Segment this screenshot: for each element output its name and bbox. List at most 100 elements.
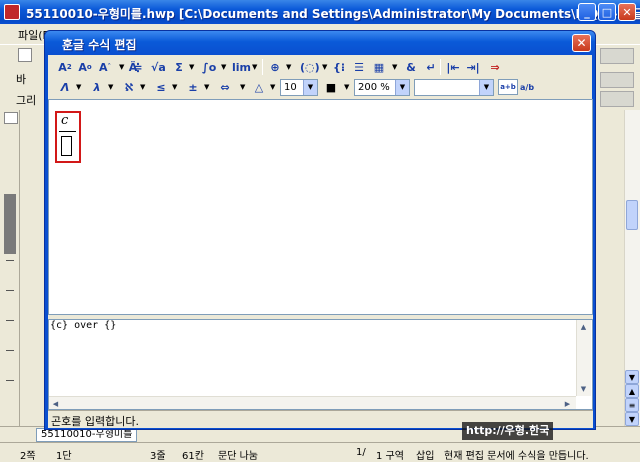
arrow-symbols-icon[interactable]: ⇔: [218, 79, 232, 95]
matrix-icon[interactable]: ▦: [372, 59, 386, 75]
fraction-icon[interactable]: ≑: [131, 59, 145, 75]
toolbar-right-tool[interactable]: [600, 72, 634, 88]
font-name-select[interactable]: ▼: [414, 79, 494, 96]
zoom-select[interactable]: 200 % ▼: [354, 79, 410, 96]
status-section: 1단: [56, 451, 72, 462]
stack-icon[interactable]: ☰: [352, 59, 366, 75]
new-document-icon[interactable]: [18, 48, 32, 62]
view-script-icon[interactable]: a∕b: [520, 79, 534, 95]
toolbar-separator: [262, 59, 263, 75]
equation-preview-area[interactable]: [48, 99, 593, 315]
script-horizontal-scrollbar[interactable]: ◀ ▶: [49, 396, 576, 409]
operator-icon[interactable]: ±: [186, 79, 200, 95]
special-letters-icon[interactable]: ℵ: [122, 79, 136, 95]
status-zone: 1 구역: [376, 451, 404, 462]
ruler-margin-marker: [4, 194, 16, 254]
chevron-down-icon[interactable]: ▼: [395, 80, 409, 95]
chevron-down-icon[interactable]: ▼: [322, 59, 328, 75]
minimize-button[interactable]: _: [578, 3, 596, 21]
limit-icon[interactable]: lim: [232, 59, 251, 75]
maximize-button[interactable]: □: [598, 3, 616, 21]
relation-icon[interactable]: ≤: [154, 79, 168, 95]
status-message: 현재 편집 문서에 수식을 만듭니다.: [444, 451, 589, 462]
status-page: 2쪽: [20, 451, 36, 462]
vertical-ruler: [0, 110, 20, 426]
move-left-icon[interactable]: |⇤: [446, 59, 460, 75]
ruler-tick: [6, 350, 14, 351]
move-right-icon[interactable]: ⇥|: [466, 59, 480, 75]
chevron-down-icon[interactable]: ▼: [140, 79, 146, 95]
toolbar-right-tool[interactable]: [600, 48, 634, 64]
scroll-up-icon[interactable]: ▲: [577, 320, 590, 333]
misc-symbols-icon[interactable]: △: [252, 79, 266, 95]
bracket-icon[interactable]: (◌): [300, 59, 320, 75]
text-color-icon[interactable]: ■: [324, 79, 338, 95]
zoom-value: 200 %: [358, 82, 390, 93]
font-size-value: 10: [284, 82, 297, 93]
draw-toolbar-label[interactable]: 그리: [16, 92, 36, 108]
chevron-down-icon[interactable]: ▼: [189, 59, 195, 75]
equation-script-text[interactable]: {c} over {}: [50, 320, 116, 331]
watermark: http://우형.한국: [462, 422, 554, 440]
chevron-down-icon[interactable]: ▼: [76, 79, 82, 95]
status-column: 61칸: [182, 451, 204, 462]
script-vertical-scrollbar[interactable]: ▲ ▼: [576, 320, 591, 396]
chevron-down-icon[interactable]: ▼: [240, 79, 246, 95]
formula-numerator: c: [61, 113, 69, 128]
decoration-icon[interactable]: ⊕: [268, 59, 282, 75]
status-insert-mode[interactable]: 삽입: [416, 447, 434, 462]
chevron-down-icon[interactable]: ▼: [204, 79, 210, 95]
dialog-title: 훈글 수식 편집: [62, 38, 137, 52]
scroll-right-icon[interactable]: ▶: [561, 397, 574, 410]
chevron-down-icon[interactable]: ▼: [108, 79, 114, 95]
dialog-close-button[interactable]: ✕: [572, 34, 591, 52]
integral-icon[interactable]: ∫o: [202, 59, 216, 75]
chevron-down-icon[interactable]: ▼: [286, 59, 292, 75]
overscript-icon[interactable]: Aˆ: [98, 59, 112, 75]
cases-icon[interactable]: {⁝: [332, 59, 346, 75]
chevron-down-icon[interactable]: ▼: [303, 80, 317, 95]
newline-icon[interactable]: ↵: [424, 59, 438, 75]
status-split: 문단 나눔: [218, 451, 258, 462]
status-page-count: 1/: [356, 447, 366, 458]
close-button[interactable]: ✕: [618, 3, 636, 21]
font-size-select[interactable]: 10 ▼: [280, 79, 318, 96]
scroll-left-icon[interactable]: ◀: [49, 397, 62, 410]
chevron-down-icon[interactable]: ▼: [252, 59, 258, 75]
summation-icon[interactable]: Σ: [172, 59, 186, 75]
status-bar: 2쪽 1단 3줄 61칸 문단 나눔 1/ 1 구역 삽입 현재 편집 문서에 …: [0, 442, 640, 462]
next-page-icon[interactable]: ▼: [625, 412, 639, 426]
subscript-icon[interactable]: Ao: [78, 59, 92, 75]
chevron-down-icon[interactable]: ▼: [479, 80, 493, 95]
greek-uppercase-icon[interactable]: Λ: [58, 79, 72, 95]
chevron-down-icon[interactable]: ▼: [221, 59, 227, 75]
main-scroll-thumb[interactable]: [626, 200, 638, 230]
superscript-icon[interactable]: A2: [58, 59, 72, 75]
ruler-tick: [6, 260, 14, 261]
ruler-tick: [6, 380, 14, 381]
insert-equation-icon[interactable]: ⇒: [488, 59, 502, 75]
prev-page-icon[interactable]: ▲: [625, 384, 639, 398]
root-icon[interactable]: √a: [151, 59, 166, 75]
dialog-status-text: 곤호를 입력합니다.: [51, 415, 139, 428]
toolbar-right-tool[interactable]: [600, 91, 634, 107]
chevron-down-icon[interactable]: ▼: [344, 79, 350, 95]
ruler-tick: [6, 290, 14, 291]
formula-denominator-placeholder[interactable]: [61, 136, 72, 156]
greek-lowercase-icon[interactable]: λ: [90, 79, 104, 95]
document-tab[interactable]: 55110010-우형미를: [36, 428, 138, 442]
page-list-icon[interactable]: ≡: [625, 398, 639, 412]
style-combo-label[interactable]: 바: [16, 71, 26, 87]
view-mode-icon[interactable]: a+b: [498, 79, 518, 95]
main-title-bar: 55110010-우형미를.hwp [C:\Documents and Sett…: [0, 0, 640, 24]
scroll-down-icon[interactable]: ▼: [625, 370, 639, 384]
chevron-down-icon[interactable]: ▼: [392, 59, 398, 75]
chevron-down-icon[interactable]: ▼: [119, 59, 125, 75]
ruler-corner-button[interactable]: [4, 112, 18, 124]
chevron-down-icon[interactable]: ▼: [172, 79, 178, 95]
fraction-bar: [59, 131, 76, 132]
align-icon[interactable]: &: [404, 59, 418, 75]
main-window-title: 55110010-우형미를.hwp [C:\Documents and Sett…: [26, 7, 640, 21]
scroll-down-icon[interactable]: ▼: [577, 382, 590, 395]
chevron-down-icon[interactable]: ▼: [270, 79, 276, 95]
